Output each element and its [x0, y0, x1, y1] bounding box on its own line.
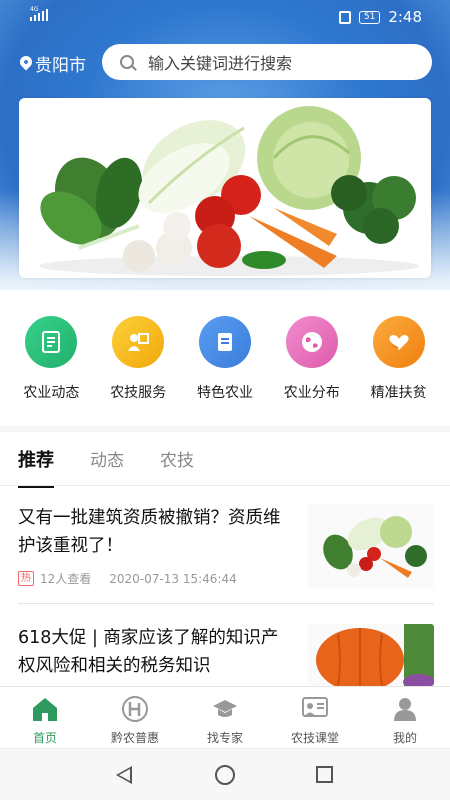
- news-feed: 推荐 动态 农技 又有一批建筑资质被撤销？资质维护该重视了！ 热 12人查看 2…: [0, 432, 450, 686]
- tab-qiannong[interactable]: 黔农普惠: [90, 687, 180, 748]
- menu-item-tech-service[interactable]: 农技服务: [95, 290, 182, 426]
- menu-label: 农技服务: [110, 385, 167, 401]
- system-nav-bar: [0, 748, 450, 800]
- menu-label: 特色农业: [196, 385, 253, 401]
- menu-item-poverty-relief[interactable]: 精准扶贫: [355, 290, 442, 426]
- tab-label: 首页: [32, 731, 57, 745]
- classroom-icon: [300, 695, 330, 723]
- tab-label: 农技课堂: [290, 731, 339, 745]
- category-menu: 农业动态 农技服务 特色农业 农业分布 精准扶贫: [0, 290, 450, 426]
- article-thumbnail: [308, 504, 434, 588]
- menu-label: 农业动态: [23, 385, 80, 401]
- menu-item-featured-agri[interactable]: 特色农业: [182, 290, 269, 426]
- globe-icon: [285, 316, 338, 368]
- article-date: 2020-07-13 15:46:44: [109, 571, 237, 586]
- location-selector[interactable]: 贵阳市: [17, 51, 86, 76]
- article-thumbnail: [308, 624, 434, 686]
- document-icon: [25, 316, 78, 368]
- person-board-icon: [112, 316, 165, 368]
- article-divider: [18, 603, 434, 604]
- signal-icon: [30, 9, 48, 21]
- menu-label: 精准扶贫: [370, 385, 427, 401]
- tab-news[interactable]: 动态: [90, 446, 124, 471]
- battery-icon: 51: [358, 10, 381, 24]
- menu-item-agri-distribution[interactable]: 农业分布: [268, 290, 355, 426]
- tab-label: 我的: [392, 731, 417, 745]
- location-pin-icon: [17, 53, 35, 70]
- back-icon[interactable]: [116, 766, 132, 784]
- article-title: 618大促 | 商家应该了解的知识产权风险和相关的税务知识: [18, 628, 279, 676]
- search-bar[interactable]: 输入关键词进行搜索: [102, 44, 432, 80]
- user-icon: [390, 695, 420, 723]
- home-icon: [30, 695, 60, 723]
- graduation-cap-icon: [210, 695, 240, 723]
- menu-label: 农业分布: [283, 385, 340, 401]
- search-icon: [120, 55, 134, 69]
- feed-tabs: 推荐 动态 农技: [0, 432, 450, 488]
- menu-item-agri-news[interactable]: 农业动态: [8, 290, 95, 426]
- vibrate-icon: [338, 10, 351, 24]
- heart-hand-icon: [372, 316, 425, 368]
- location-label: 贵阳市: [35, 56, 86, 76]
- hot-badge: 热: [18, 571, 34, 586]
- tab-recommended[interactable]: 推荐: [18, 446, 54, 488]
- tab-mine[interactable]: 我的: [360, 687, 450, 748]
- banner-carousel[interactable]: [19, 98, 431, 278]
- tab-find-expert[interactable]: 找专家: [180, 687, 270, 748]
- vegetables-banner-image: [19, 98, 431, 278]
- home-circle-icon[interactable]: [215, 765, 235, 785]
- recent-apps-icon[interactable]: [316, 766, 333, 783]
- clock: 2:48: [388, 8, 422, 26]
- article-item[interactable]: 618大促 | 商家应该了解的知识产权风险和相关的税务知识: [18, 624, 434, 686]
- tab-label: 找专家: [206, 731, 243, 745]
- article-title: 又有一批建筑资质被撤销？资质维护该重视了！: [18, 508, 281, 556]
- search-placeholder: 输入关键词进行搜索: [148, 54, 293, 73]
- article-views: 12人查看: [40, 572, 92, 586]
- bottom-tab-bar: 首页 黔农普惠 找专家 农技课堂 我的: [0, 686, 450, 748]
- notepad-icon: [198, 316, 251, 368]
- tab-label: 黔农普惠: [110, 731, 159, 745]
- tab-home[interactable]: 首页: [0, 687, 90, 748]
- article-item[interactable]: 又有一批建筑资质被撤销？资质维护该重视了！ 热 12人查看 2020-07-13…: [18, 504, 434, 594]
- qiannong-logo-icon: [120, 695, 150, 723]
- status-bar: 4G 51 2:48: [0, 0, 450, 34]
- tab-agri-tech[interactable]: 农技: [160, 446, 194, 471]
- article-meta: 热 12人查看 2020-07-13 15:46:44: [18, 570, 237, 587]
- tab-classroom[interactable]: 农技课堂: [270, 687, 360, 748]
